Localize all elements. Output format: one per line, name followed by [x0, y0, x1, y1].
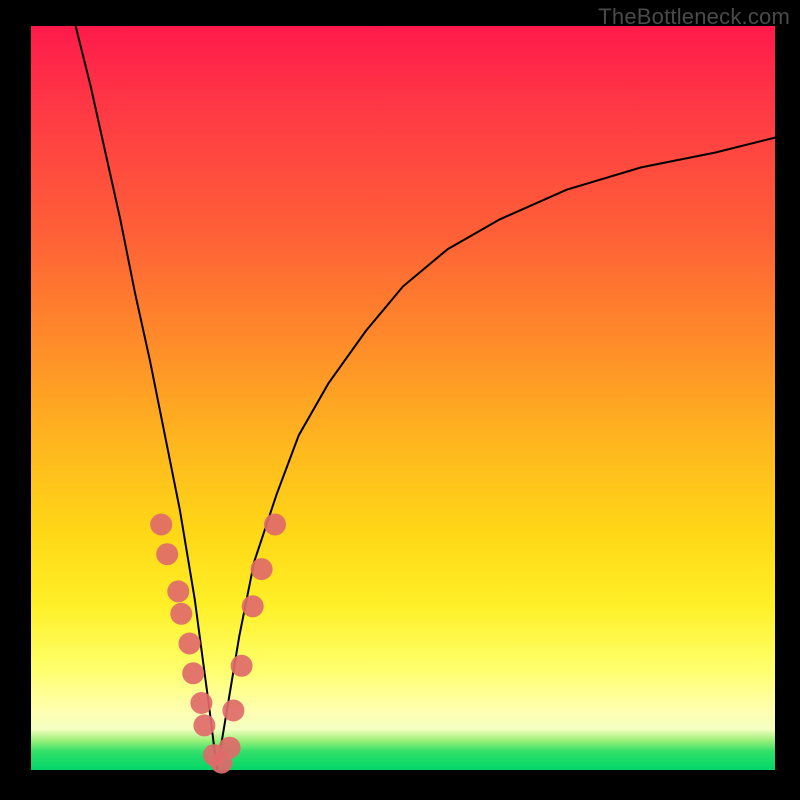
- danger-dot: [193, 714, 215, 736]
- danger-dot: [219, 737, 241, 759]
- danger-dot: [242, 595, 264, 617]
- danger-dot: [264, 514, 286, 536]
- danger-dot: [222, 700, 244, 722]
- danger-dot: [231, 655, 253, 677]
- danger-dot: [179, 633, 201, 655]
- danger-dot: [190, 692, 212, 714]
- outer-frame: TheBottleneck.com: [0, 0, 800, 800]
- danger-dot: [170, 603, 192, 625]
- danger-dot: [251, 558, 273, 580]
- danger-dots-group: [150, 514, 286, 774]
- danger-dot: [156, 543, 178, 565]
- danger-dot: [150, 514, 172, 536]
- danger-dot: [167, 580, 189, 602]
- bottleneck-curve: [76, 26, 775, 770]
- danger-dot: [182, 662, 204, 684]
- chart-svg: [31, 26, 775, 770]
